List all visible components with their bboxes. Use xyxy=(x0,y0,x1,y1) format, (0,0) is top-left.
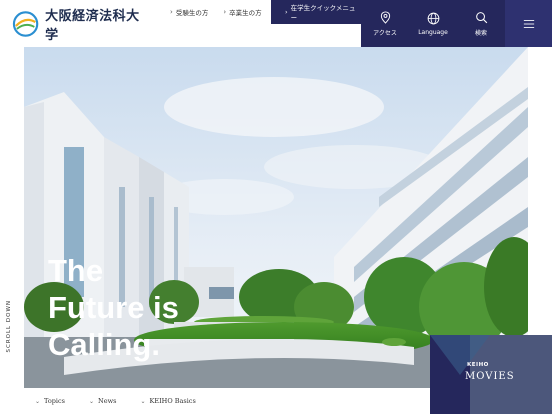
scroll-down-indicator[interactable]: SCROLL DOWN xyxy=(6,300,12,352)
hero-heading-line-3: Calling. xyxy=(48,327,160,362)
student-quick-menu-label: 在学生クイックメニュー xyxy=(290,4,356,22)
link-applicants-label: 受験生の方 xyxy=(175,9,209,17)
globe-icon xyxy=(427,12,439,24)
chevron-right-icon: › xyxy=(170,8,173,16)
nav-access-label: アクセス xyxy=(373,29,397,37)
link-topics[interactable]: ⌄ Topics xyxy=(35,397,65,405)
nav-language-button[interactable]: Language xyxy=(409,0,457,47)
location-pin-icon xyxy=(380,10,390,24)
link-keiho-basics[interactable]: ⌄ KEIHO Basics xyxy=(140,397,195,405)
nav-search-label: 検索 xyxy=(474,29,487,37)
link-alumni[interactable]: › 卒業生の方 xyxy=(223,7,261,17)
hero-heading: The Future is Calling. xyxy=(48,252,179,363)
link-topics-label: Topics xyxy=(44,397,65,405)
link-news[interactable]: ⌄ News xyxy=(89,397,116,405)
search-icon xyxy=(475,11,487,23)
movies-kicker: KEIHO xyxy=(467,362,489,368)
chevron-right-icon: › xyxy=(223,8,227,16)
link-applicants[interactable]: › 受験生の方 xyxy=(170,7,208,17)
movies-banner[interactable]: KEIHO MOVIES xyxy=(430,335,552,414)
link-news-label: News xyxy=(98,397,117,405)
site-logo[interactable]: 大阪経済法科大学 xyxy=(0,0,150,47)
chevron-down-icon: ⌄ xyxy=(89,397,95,405)
top-links: › 受験生の方 › 卒業生の方 xyxy=(170,0,277,24)
university-emblem-icon xyxy=(12,10,39,37)
chevron-down-icon: ⌄ xyxy=(35,397,41,405)
movies-title: MOVIES xyxy=(465,371,515,382)
nav-search-button[interactable]: 検索 xyxy=(457,0,505,47)
logo-text: 大阪経済法科大学 xyxy=(45,8,140,43)
chevron-right-icon: › xyxy=(285,8,288,16)
menu-button[interactable] xyxy=(505,0,552,47)
section-links: ⌄ Topics ⌄ News ⌄ KEIHO Basics xyxy=(35,397,220,405)
hero-heading-line-1: The xyxy=(48,253,104,288)
chevron-down-icon: ⌄ xyxy=(140,397,146,405)
student-quick-menu-button[interactable]: › 在学生クイックメニュー xyxy=(271,0,361,24)
hero-heading-line-2: Future is xyxy=(48,290,179,325)
nav-access-button[interactable]: アクセス xyxy=(361,0,409,47)
hamburger-menu-icon xyxy=(523,19,534,28)
link-keiho-basics-label: KEIHO Basics xyxy=(149,397,196,405)
nav-language-label: Language xyxy=(418,28,448,36)
link-alumni-label: 卒業生の方 xyxy=(229,9,262,17)
